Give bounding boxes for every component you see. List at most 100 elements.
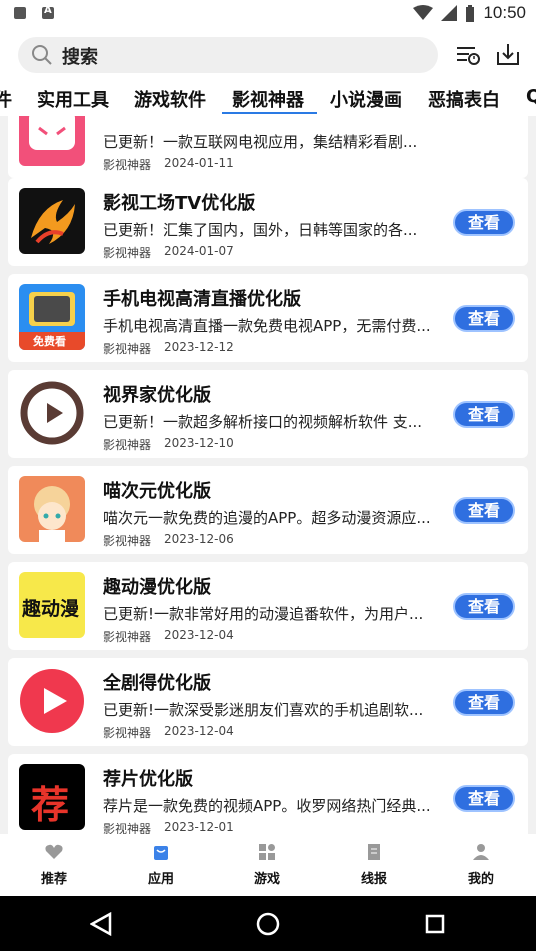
app-description: 已更新！一款超多解析接口的视频解析软件 支... [103, 413, 423, 431]
app-date: 2024-01-11 [164, 156, 234, 170]
app-category: 影视神器 [103, 246, 152, 260]
app-title: 趣动漫优化版 [103, 577, 211, 598]
tab-tools[interactable]: 实用工具 [37, 86, 109, 112]
list-item[interactable]: 视界家优化版 已更新！一款超多解析接口的视频解析软件 支... 影视神器 202… [8, 370, 528, 458]
active-tab-indicator [222, 112, 317, 114]
app-description: 已更新!一款深受影迷朋友们喜欢的手机追剧软... [103, 701, 424, 719]
heart-icon [45, 844, 63, 859]
pink-tv-face-icon [19, 116, 85, 166]
search-placeholder: 搜索 [62, 47, 98, 68]
list-item[interactable]: 免费看 手机电视高清直播优化版 手机电视高清直播一款免费电视APP，无需付费..… [8, 274, 528, 362]
app-description: 已更新!一款非常好用的动漫追番软件，为用户... [103, 605, 424, 623]
nav-label: 线报 [360, 872, 387, 887]
free-badge: 免费看 [33, 335, 66, 348]
tab-novels[interactable]: 小说漫画 [330, 86, 402, 112]
bottom-navigation: 推荐 应用 游戏 线报 我的 [0, 834, 536, 896]
jianpian-logo-icon: 荐 [19, 764, 85, 830]
app-date: 2023-12-06 [164, 532, 234, 546]
list-item[interactable]: 荐 荐片优化版 荐片是一款免费的视频APP。收罗网络热门经典... 影视神器 2… [8, 754, 528, 834]
document-icon [368, 844, 380, 860]
filter-clock-icon[interactable] [455, 42, 481, 68]
logo-text: 荐 [31, 783, 70, 827]
app-category: 影视神器 [103, 438, 152, 452]
red-play-icon [19, 668, 85, 734]
nav-label: 游戏 [253, 872, 280, 887]
app-description: 已更新！一款互联网电视应用，集结精彩看剧... [103, 133, 418, 151]
app-title: 荐片优化版 [103, 769, 193, 790]
recents-icon[interactable] [425, 914, 445, 934]
tab-partial-left[interactable]: 件 [0, 86, 12, 112]
back-icon[interactable] [90, 912, 112, 936]
list-item[interactable]: 影视工场TV优化版 已更新！汇集了国内，国外，日韩等国家的各... 影视神器 2… [8, 178, 528, 266]
app-description: 手机电视高清直播一款免费电视APP，无需付费... [103, 317, 431, 335]
tab-games[interactable]: 游戏软件 [134, 86, 206, 112]
app-list: 已更新！一款互联网电视应用，集结精彩看剧... 影视神器 2024-01-11 … [0, 116, 536, 834]
app-category: 影视神器 [103, 822, 152, 834]
view-button[interactable]: 查看 [453, 689, 515, 716]
view-button[interactable]: 查看 [453, 305, 515, 332]
search-header: 搜索 [0, 28, 536, 82]
nav-news[interactable]: 线报 [344, 844, 404, 887]
anime-girl-icon [19, 476, 85, 542]
app-date: 2023-12-12 [164, 340, 234, 354]
signal-icon [441, 5, 458, 21]
app-date: 2023-12-01 [164, 820, 234, 834]
person-icon [473, 844, 489, 860]
qudongman-logo-icon: 趣动漫 [19, 572, 85, 638]
app-description: 喵次元一款免费的追漫的APP。超多动漫资源应... [103, 509, 431, 527]
download-icon[interactable] [495, 42, 521, 68]
app-category: 影视神器 [103, 630, 152, 644]
nav-games[interactable]: 游戏 [237, 844, 297, 887]
app-title: 影视工场TV优化版 [103, 193, 256, 214]
search-icon [32, 45, 52, 65]
view-button[interactable]: 查看 [453, 497, 515, 524]
app-category: 影视神器 [103, 726, 152, 740]
app-date: 2023-12-10 [164, 436, 234, 450]
search-input[interactable]: 搜索 [18, 37, 438, 73]
app-title: 手机电视高清直播优化版 [103, 289, 301, 310]
tab-video[interactable]: 影视神器 [232, 86, 304, 112]
wifi-icon [413, 5, 434, 20]
nav-label: 推荐 [40, 872, 67, 887]
system-navigation-bar [0, 896, 536, 951]
app-category: 影视神器 [103, 534, 152, 548]
clock: 10:50 [483, 3, 526, 22]
play-circle-icon [19, 380, 85, 446]
app-date: 2024-01-07 [164, 244, 234, 258]
battery-icon [466, 4, 475, 22]
bag-icon [154, 846, 168, 860]
view-button[interactable]: 查看 [453, 209, 515, 236]
grid-icon [259, 844, 275, 860]
app-description: 已更新！汇集了国内，国外，日韩等国家的各... [103, 221, 418, 239]
notification-a-icon [42, 5, 54, 19]
nav-profile[interactable]: 我的 [451, 844, 511, 887]
app-date: 2023-12-04 [164, 724, 234, 738]
app-description: 荐片是一款免费的视频APP。收罗网络热门经典... [103, 797, 431, 815]
list-item[interactable]: 已更新！一款互联网电视应用，集结精彩看剧... 影视神器 2024-01-11 … [8, 116, 528, 178]
tab-pranks[interactable]: 恶搞表白 [428, 86, 500, 112]
nav-label: 应用 [147, 872, 174, 887]
nav-label: 我的 [467, 872, 494, 887]
status-bar: 10:50 [0, 0, 536, 28]
view-button[interactable]: 查看 [453, 593, 515, 620]
app-title: 视界家优化版 [103, 385, 211, 406]
app-title: 全剧得优化版 [103, 673, 211, 694]
app-title: 喵次元优化版 [103, 481, 211, 502]
tab-partial-right[interactable]: Q [526, 86, 536, 107]
phoenix-icon [19, 188, 85, 254]
app-category: 影视神器 [103, 342, 152, 356]
category-tabs: 件 实用工具 游戏软件 影视神器 小说漫画 恶搞表白 Q [0, 82, 536, 116]
home-icon[interactable] [256, 912, 280, 936]
list-item[interactable]: 趣动漫 趣动漫优化版 已更新!一款非常好用的动漫追番软件，为用户... 影视神器… [8, 562, 528, 650]
view-button[interactable]: 查看 [453, 785, 515, 812]
retro-tv-icon: 免费看 [19, 284, 85, 350]
nav-recommend[interactable]: 推荐 [24, 844, 84, 887]
list-item[interactable]: 喵次元优化版 喵次元一款免费的追漫的APP。超多动漫资源应... 影视神器 20… [8, 466, 528, 554]
notification-mail-icon [14, 7, 26, 19]
app-category: 影视神器 [103, 158, 152, 172]
list-item[interactable]: 全剧得优化版 已更新!一款深受影迷朋友们喜欢的手机追剧软... 影视神器 202… [8, 658, 528, 746]
app-date: 2023-12-04 [164, 628, 234, 642]
view-button[interactable]: 查看 [453, 401, 515, 428]
nav-apps[interactable]: 应用 [131, 844, 191, 887]
logo-text: 趣动漫 [22, 598, 80, 620]
